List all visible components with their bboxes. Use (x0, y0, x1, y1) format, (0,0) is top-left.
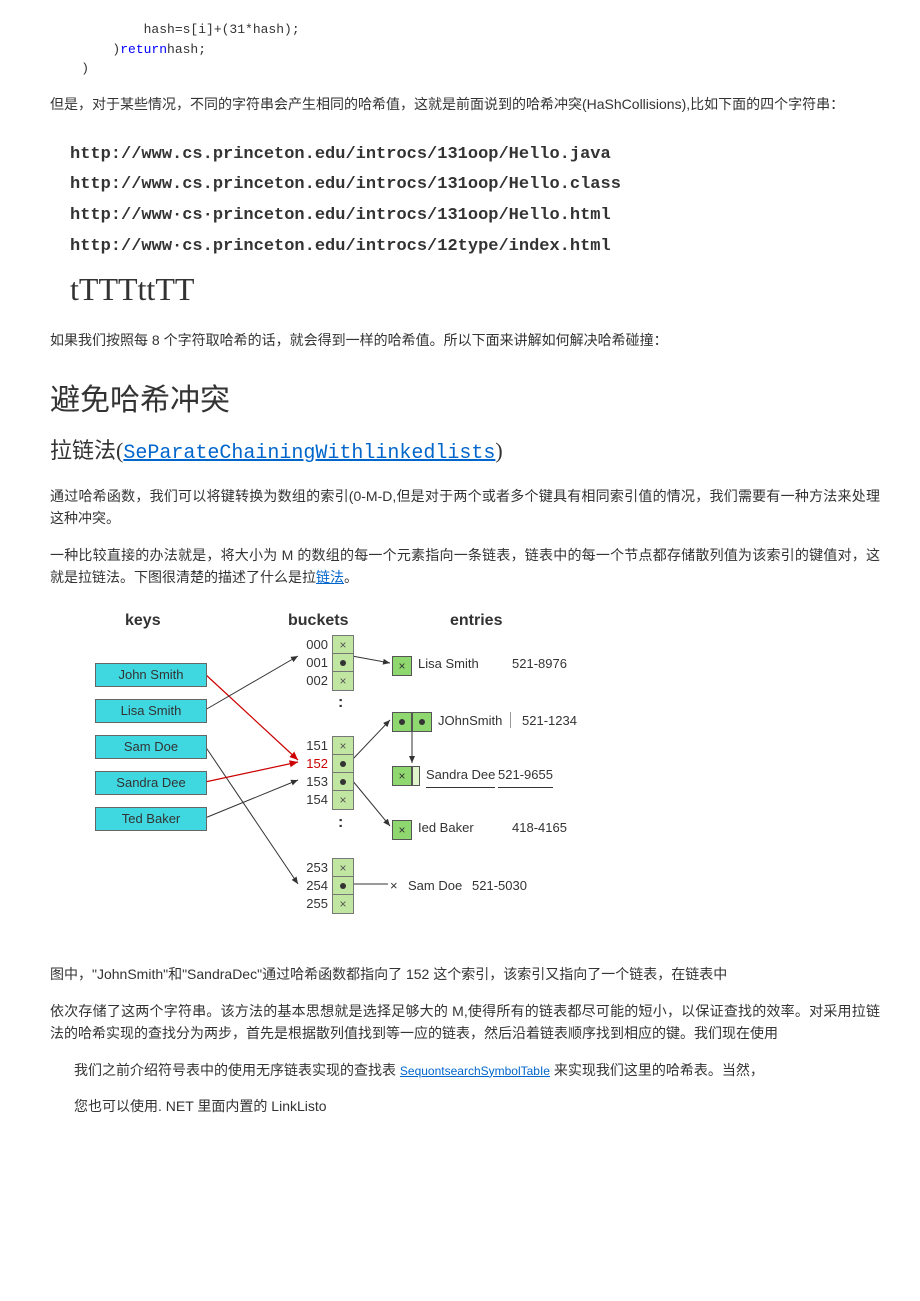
key-lisa-smith: Lisa Smith (95, 699, 207, 723)
bucket-cell-253 (332, 858, 354, 878)
bucket-cell-000 (332, 635, 354, 655)
link-sequential-search[interactable]: SequontsearchSymbolTabIe (400, 1064, 550, 1078)
link-chain-method[interactable]: 链法 (316, 569, 344, 585)
vdots-1: : (338, 698, 343, 708)
url-1: http://www.cs.princeton.edu/introcs/131o… (70, 140, 880, 171)
paragraph-body-4: 我们之前介绍符号表中的使用无序链表实现的查找表 SequontsearchSym… (74, 1059, 880, 1081)
link-separate-chaining[interactable]: SeParateChainingWithlinkedlists (123, 442, 495, 465)
url-3: http://www·cs·princeton.edu/introcs/131o… (70, 201, 880, 232)
code-line-1: hash=s[i]+(31*hash); (50, 20, 880, 40)
code-line-2: )returnhash; (50, 40, 880, 60)
para7-a: 我们之前介绍符号表中的使用无序链表实现的查找表 (74, 1062, 400, 1078)
paragraph-intro: 但是，对于某些情况，不同的字符串会产生相同的哈希值，这就是前面说到的哈希冲突(H… (50, 93, 880, 115)
entry-sam-x: × (390, 876, 398, 897)
entry-john-name: JOhnSmith (438, 711, 502, 732)
entry-lisa-val: 521-8976 (512, 654, 567, 675)
bucket-num-154: 154 (298, 790, 328, 811)
section-title-avoid-collision: 避免哈希冲突 (50, 377, 880, 425)
key-sandra-dee: Sandra Dee (95, 771, 207, 795)
entry-sandra-cell-thin (412, 766, 420, 786)
subsection-separate-chaining: 拉链法(SeParateChainingWithlinkedlists) (50, 433, 880, 470)
entry-sandra-name: Sandra Dee (426, 765, 495, 788)
entry-john-val: 521-1234 (522, 711, 577, 732)
key-john-smith: John Smith (95, 663, 207, 687)
paragraph-diagram-caption: 图中，"JohnSmith"和"SandraDec"通过哈希函数都指向了 152… (50, 963, 880, 985)
bucket-cell-002 (332, 671, 354, 691)
paragraph-body-1: 通过哈希函数，我们可以将键转换为数组的索引(0-M-D,但是对于两个或者多个键具… (50, 485, 880, 530)
bucket-cell-152 (332, 754, 354, 774)
entry-sandra-val: 521-9655 (498, 765, 553, 788)
bucket-cell-001 (332, 653, 354, 673)
paragraph-body-3: 依次存储了这两个字符串。该方法的基本思想就是选择足够大的 M,使得所有的链表都尽… (50, 1000, 880, 1045)
entry-ted-val: 418-4165 (512, 818, 567, 839)
para4-text-a: 一种比较直接的办法就是，将大小为 M 的数组的每一个元素指向一条链表，链表中的每… (50, 547, 880, 585)
col-head-entries: entries (450, 608, 502, 634)
subsection-label: 拉链法 (50, 438, 116, 463)
entry-lisa-name: Lisa Smith (418, 654, 479, 675)
bucket-cell-254 (332, 876, 354, 896)
entry-sandra-cell-1 (392, 766, 412, 786)
entry-sam-val: 521-5030 (472, 876, 527, 897)
url-example-block: http://www.cs.princeton.edu/introcs/131o… (70, 140, 880, 262)
entry-lisa-cell (392, 656, 412, 676)
vdots-2: : (338, 818, 343, 828)
tt-line: tTTTttTT (70, 264, 880, 315)
entry-ted-name: Ied Baker (418, 818, 474, 839)
entry-john-cell-1 (392, 712, 412, 732)
col-head-keys: keys (125, 608, 161, 634)
entry-john-divider (510, 712, 511, 728)
paragraph-body-5: 您也可以使用. NET 里面内置的 LinkListo (74, 1095, 880, 1117)
key-sam-doe: Sam Doe (95, 735, 207, 759)
entry-john-cell-2 (412, 712, 432, 732)
code-line-3: ) (50, 59, 880, 79)
bucket-cell-154 (332, 790, 354, 810)
paragraph-body-2: 一种比较直接的办法就是，将大小为 M 的数组的每一个元素指向一条链表，链表中的每… (50, 544, 880, 589)
para4-text-b: 。 (344, 569, 358, 585)
code-brace: ) (50, 42, 120, 57)
url-4: http://www·cs.princeton.edu/introcs/12ty… (70, 232, 880, 263)
paragraph-hash-note: 如果我们按照每 8 个字符取哈希的话，就会得到一样的哈希值。所以下面来讲解如何解… (50, 329, 880, 351)
bucket-cell-153 (332, 772, 354, 792)
bucket-cell-151 (332, 736, 354, 756)
separate-chaining-diagram: keys buckets entries John Smith Lisa Smi… (50, 608, 670, 948)
para7-b: 来实现我们这里的哈希表。当然， (550, 1062, 764, 1078)
key-ted-baker: Ted Baker (95, 807, 207, 831)
bucket-num-002: 002 (298, 671, 328, 692)
entry-ted-cell (392, 820, 412, 840)
bucket-cell-255 (332, 894, 354, 914)
code-tail: hash; (167, 42, 206, 57)
bucket-num-255: 255 (298, 894, 328, 915)
entry-sam-name: Sam Doe (408, 876, 462, 897)
url-2: http://www.cs.princeton.edu/introcs/131o… (70, 170, 880, 201)
col-head-buckets: buckets (288, 608, 348, 634)
keyword-return: return (120, 42, 167, 57)
